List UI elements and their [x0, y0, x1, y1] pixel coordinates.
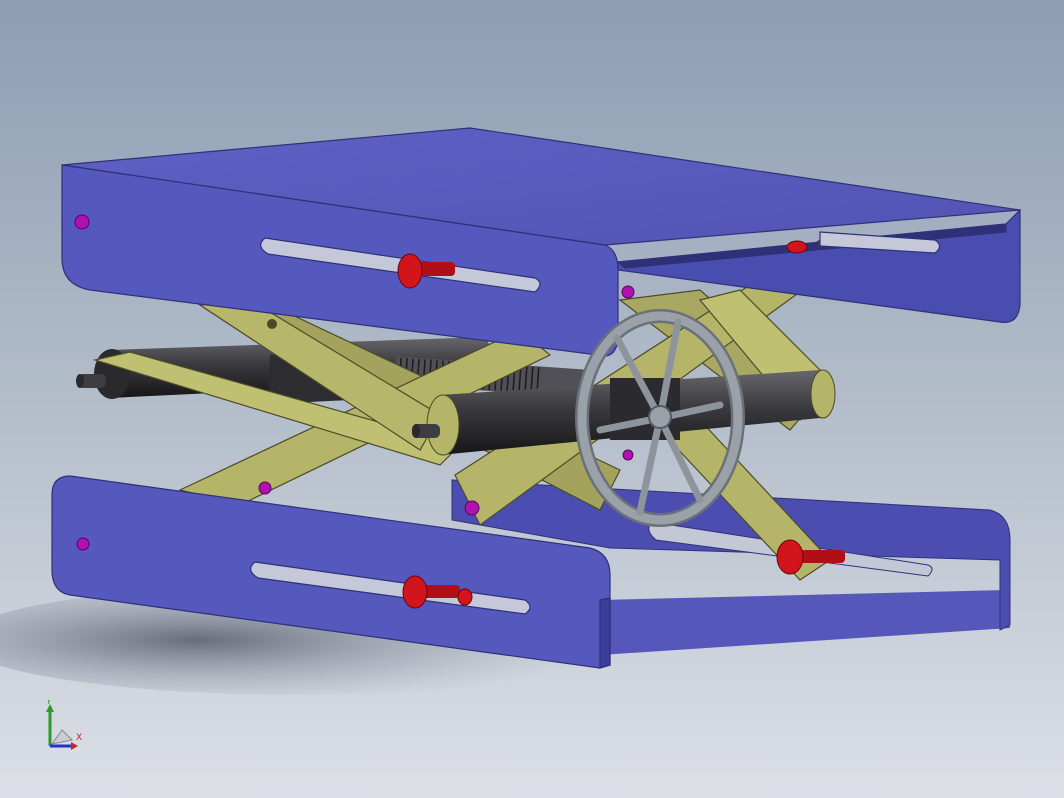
bottom-plate-floor — [600, 590, 1010, 655]
pin-magenta-bottom-left — [76, 537, 90, 551]
pin-magenta-arm-3 — [621, 285, 635, 299]
z-axis-arrow-icon — [50, 729, 74, 745]
x-axis-label: X — [76, 733, 82, 743]
pin-red-top-back — [786, 240, 808, 254]
pin-magenta-top-left — [74, 214, 90, 230]
pin-magenta-arm-1 — [258, 481, 272, 495]
y-axis-label: Y — [45, 700, 52, 707]
scissor-lift-model[interactable] — [0, 0, 1064, 798]
pin-hole — [267, 319, 277, 329]
bottom-plate-front-edge — [599, 597, 611, 669]
pin-magenta-arm-4 — [622, 449, 634, 461]
graphics-viewport[interactable]: Y X — [0, 0, 1064, 798]
view-triad[interactable]: Y X — [40, 700, 90, 760]
top-plate[interactable] — [61, 127, 1021, 357]
handwheel-hub — [648, 405, 672, 429]
pin-magenta-arm-2 — [464, 500, 480, 516]
